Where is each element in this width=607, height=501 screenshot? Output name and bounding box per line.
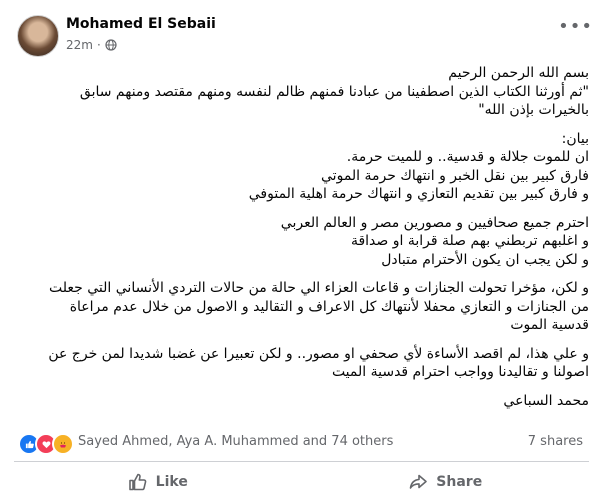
post-line: و اغلبهم تربطني بهم صلة قرابة او صداقة [350,233,589,249]
post-line: و فارق كبير بين تقديم التعازي و انتهاك ح… [248,186,589,202]
shares-count[interactable]: 7 shares [528,434,583,449]
reactions-bar: Sayed Ahmed, Aya A. Muhammed and 74 othe… [14,433,589,455]
post-paragraph: و علي هذا، لم اقصد الأساءة لأي صحفي او م… [17,345,589,382]
post-header: Mohamed El Sebaii 22m · ••• [0,0,607,62]
post-paragraph: بيان: ان للموت جلالة و قدسية.. و للميت حر… [17,130,589,204]
post-line: اصولنا و تقاليدنا وواجب احترام قدسية الم… [331,364,589,380]
action-bar: Like Share [14,466,589,498]
post-line: بالخيرات بإذن الله" [478,102,589,118]
post-paragraph: و لكن، مؤخرا تحولت الجنازات و قاعات العز… [17,279,589,335]
reaction-names[interactable]: Sayed Ahmed, Aya A. Muhammed and 74 othe… [78,434,393,449]
post-line: احترم جميع صحافيين و مصورين مصر و العالم… [280,214,589,231]
post-time[interactable]: 22m [66,38,93,52]
post-line: ان للموت جلالة و قدسية.. و للميت حرمة. [346,149,589,165]
share-button[interactable]: Share [302,466,590,498]
globe-icon [105,39,117,51]
post-paragraph: احترم جميع صحافيين و مصورين مصر و العالم… [17,214,589,270]
thumbs-up-icon [128,473,147,491]
care-icon [52,433,74,455]
post-line: قدسية الموت [510,317,589,333]
post-paragraph: محمد السباعي [17,392,589,411]
divider [14,461,589,462]
post-line: بيان: [561,130,589,147]
post-meta: 22m · [66,38,117,52]
post-paragraph: بسم الله الرحمن الرحيم "ثم أورثنا الكتاب … [17,64,589,120]
post-line: و لكن يجب ان يكون الأحترام متبادل [381,251,589,268]
post-line: من الجنازات و التعازي محفلا لأنتهاك كل ا… [69,298,589,315]
like-button[interactable]: Like [14,466,302,498]
post-line: و لكن، مؤخرا تحولت الجنازات و قاعات العز… [49,280,589,296]
post-line: "ثم أورثنا الكتاب الذين اصطفينا من عبادن… [79,83,589,100]
post-line: بسم الله الرحمن الرحيم [448,65,589,81]
post-line: و علي هذا، لم اقصد الأساءة لأي صحفي او م… [48,345,589,362]
share-icon [409,474,428,489]
like-label: Like [155,474,188,490]
reaction-icons[interactable] [18,433,74,455]
post-text: بسم الله الرحمن الرحيم "ثم أورثنا الكتاب … [17,64,589,420]
author-name[interactable]: Mohamed El Sebaii [66,16,216,32]
avatar[interactable] [17,15,59,57]
more-options-icon[interactable]: ••• [558,16,593,37]
post-line: فارق كبير بين نقل الخبر و انتهاك حرمة ال… [321,167,589,184]
share-label: Share [436,474,483,490]
post-line: محمد السباعي [503,392,589,409]
